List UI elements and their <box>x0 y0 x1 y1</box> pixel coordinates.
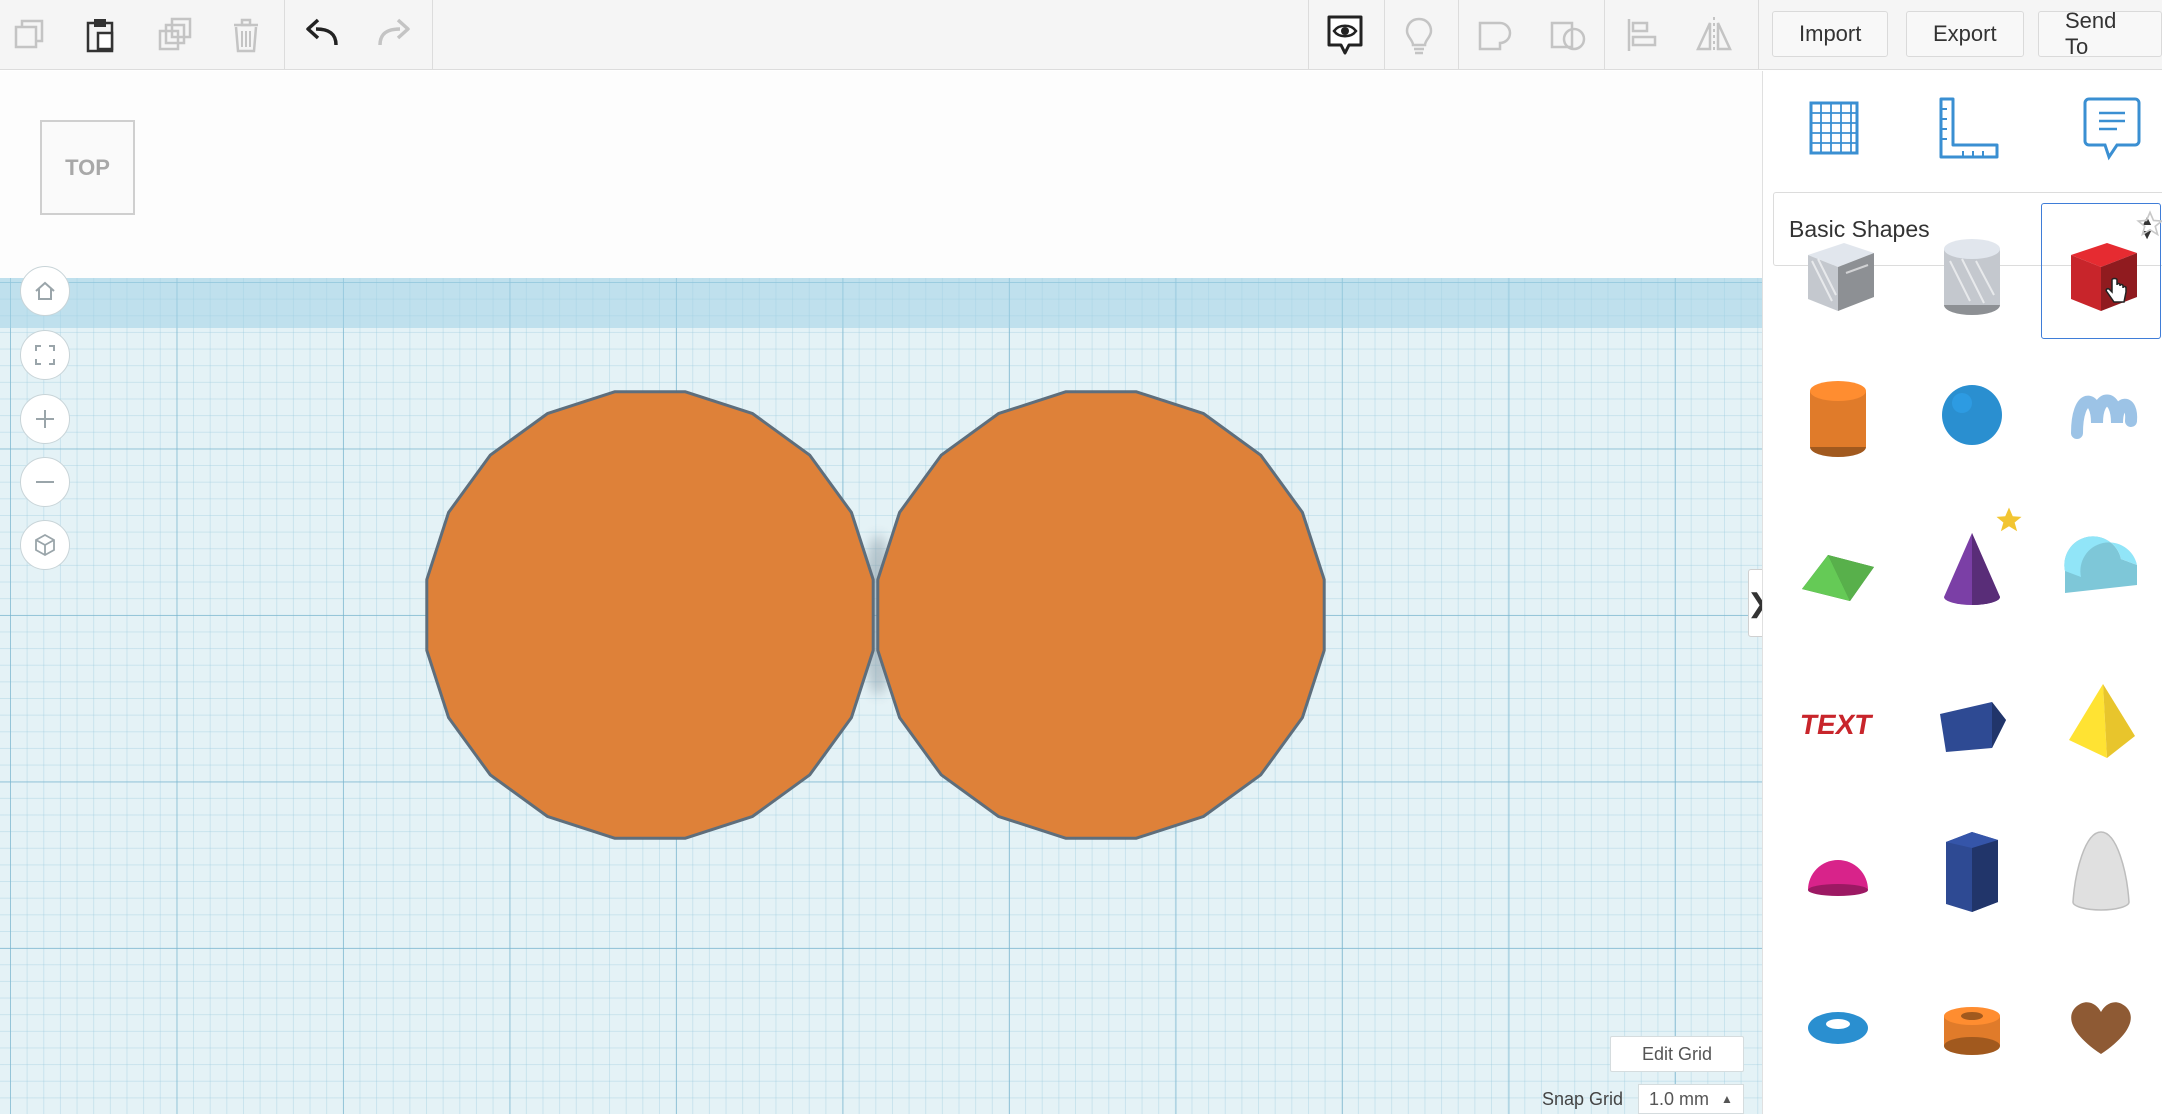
paste-icon[interactable] <box>74 10 126 60</box>
redo-icon[interactable] <box>368 10 420 60</box>
toolbar-divider <box>1308 0 1309 70</box>
toolbar-divider <box>1458 0 1459 70</box>
cylinder-icon <box>1810 381 1866 457</box>
favorite-star-icon[interactable] <box>1994 505 2024 535</box>
toolbar: Import Export Send To <box>0 0 2162 70</box>
notes-icon[interactable] <box>2077 93 2147 163</box>
copy-icon[interactable] <box>4 10 56 60</box>
shape-pyramid[interactable] <box>2041 650 2161 786</box>
sphere-icon <box>1942 385 2002 445</box>
shape-text[interactable]: TEXT <box>1778 650 1898 786</box>
shape-paraboloid[interactable] <box>2041 800 2161 936</box>
shape-roof[interactable] <box>1778 497 1898 633</box>
mirror-icon[interactable] <box>1688 10 1740 60</box>
text-icon: TEXT <box>1798 708 1875 740</box>
duplicate-icon[interactable] <box>148 10 200 60</box>
shape-hexagonal-prism[interactable] <box>1912 800 2032 936</box>
undo-icon[interactable] <box>296 10 348 60</box>
cylinder-hole-icon <box>1944 239 2000 315</box>
caret-up-icon: ▲ <box>1721 1092 1733 1106</box>
visibility-icon[interactable] <box>1319 10 1371 60</box>
workplane-icon[interactable] <box>1799 93 1869 163</box>
pyramid-icon <box>2069 684 2135 758</box>
shape-cylinder-hole[interactable] <box>1912 203 2032 339</box>
align-icon[interactable] <box>1617 10 1669 60</box>
favorite-star-icon[interactable] <box>2136 210 2162 238</box>
heart-icon <box>2071 1002 2131 1054</box>
roof-icon <box>1802 555 1874 601</box>
toolbar-divider <box>284 0 285 70</box>
edit-grid-button[interactable]: Edit Grid <box>1610 1036 1744 1072</box>
ungroup-icon[interactable] <box>1542 10 1594 60</box>
hexagonal-prism-icon <box>1946 832 1998 912</box>
shape-box[interactable] <box>2041 203 2162 339</box>
group-icon[interactable] <box>1468 10 1520 60</box>
shape-box-hole[interactable] <box>1778 203 1898 339</box>
shape-sphere[interactable] <box>1912 345 2032 481</box>
toolbar-divider <box>432 0 433 70</box>
shape-cone[interactable] <box>1912 497 2032 633</box>
shape-torus[interactable] <box>1778 950 1898 1086</box>
toolbar-divider <box>1604 0 1605 70</box>
export-button[interactable]: Export <box>1906 11 2024 57</box>
send-to-button[interactable]: Send To <box>2038 8 2162 59</box>
cylinder-right[interactable] <box>876 390 1326 840</box>
scene-shapes <box>425 390 1326 840</box>
cylinder-left[interactable] <box>425 390 875 840</box>
round-roof-icon <box>2064 536 2137 593</box>
toolbar-divider <box>1384 0 1385 70</box>
polygon-icon <box>1940 702 2006 752</box>
snap-grid-label: Snap Grid <box>1542 1089 1624 1109</box>
shape-scribble[interactable] <box>2041 345 2161 481</box>
shape-cylinder[interactable] <box>1778 345 1898 481</box>
import-button[interactable]: Import <box>1772 11 1889 57</box>
shape-half-sphere[interactable] <box>1778 800 1898 936</box>
lightbulb-icon[interactable] <box>1393 10 1445 60</box>
hand-cursor-icon <box>2105 277 2127 303</box>
scribble-icon <box>2071 394 2138 439</box>
svg-text:TEXT: TEXT <box>1798 708 1875 740</box>
box-hole-icon <box>1808 243 1874 311</box>
torus-icon <box>1808 1012 1868 1044</box>
paraboloid-icon <box>2072 831 2130 911</box>
shape-polygon[interactable] <box>1912 650 2032 786</box>
ruler-icon[interactable] <box>1933 93 2003 163</box>
workplane-viewport[interactable]: TOP Edit Grid Snap Grid 1.0 mm ▲ <box>0 71 1762 1114</box>
snap-grid-select[interactable]: 1.0 mm ▲ <box>1638 1084 1744 1114</box>
shape-heart[interactable] <box>2041 950 2161 1086</box>
toolbar-divider <box>1758 0 1759 70</box>
tube-icon <box>1944 1007 2000 1055</box>
shape-round-roof[interactable] <box>2041 497 2161 633</box>
snap-grid-value: 1.0 mm <box>1649 1088 1710 1109</box>
shapes-panel: Basic Shapes ▲ ▼ TEXT <box>1762 71 2162 1114</box>
delete-icon[interactable] <box>220 10 272 60</box>
shape-tube[interactable] <box>1912 950 2032 1086</box>
half-sphere-icon <box>1808 860 1868 896</box>
